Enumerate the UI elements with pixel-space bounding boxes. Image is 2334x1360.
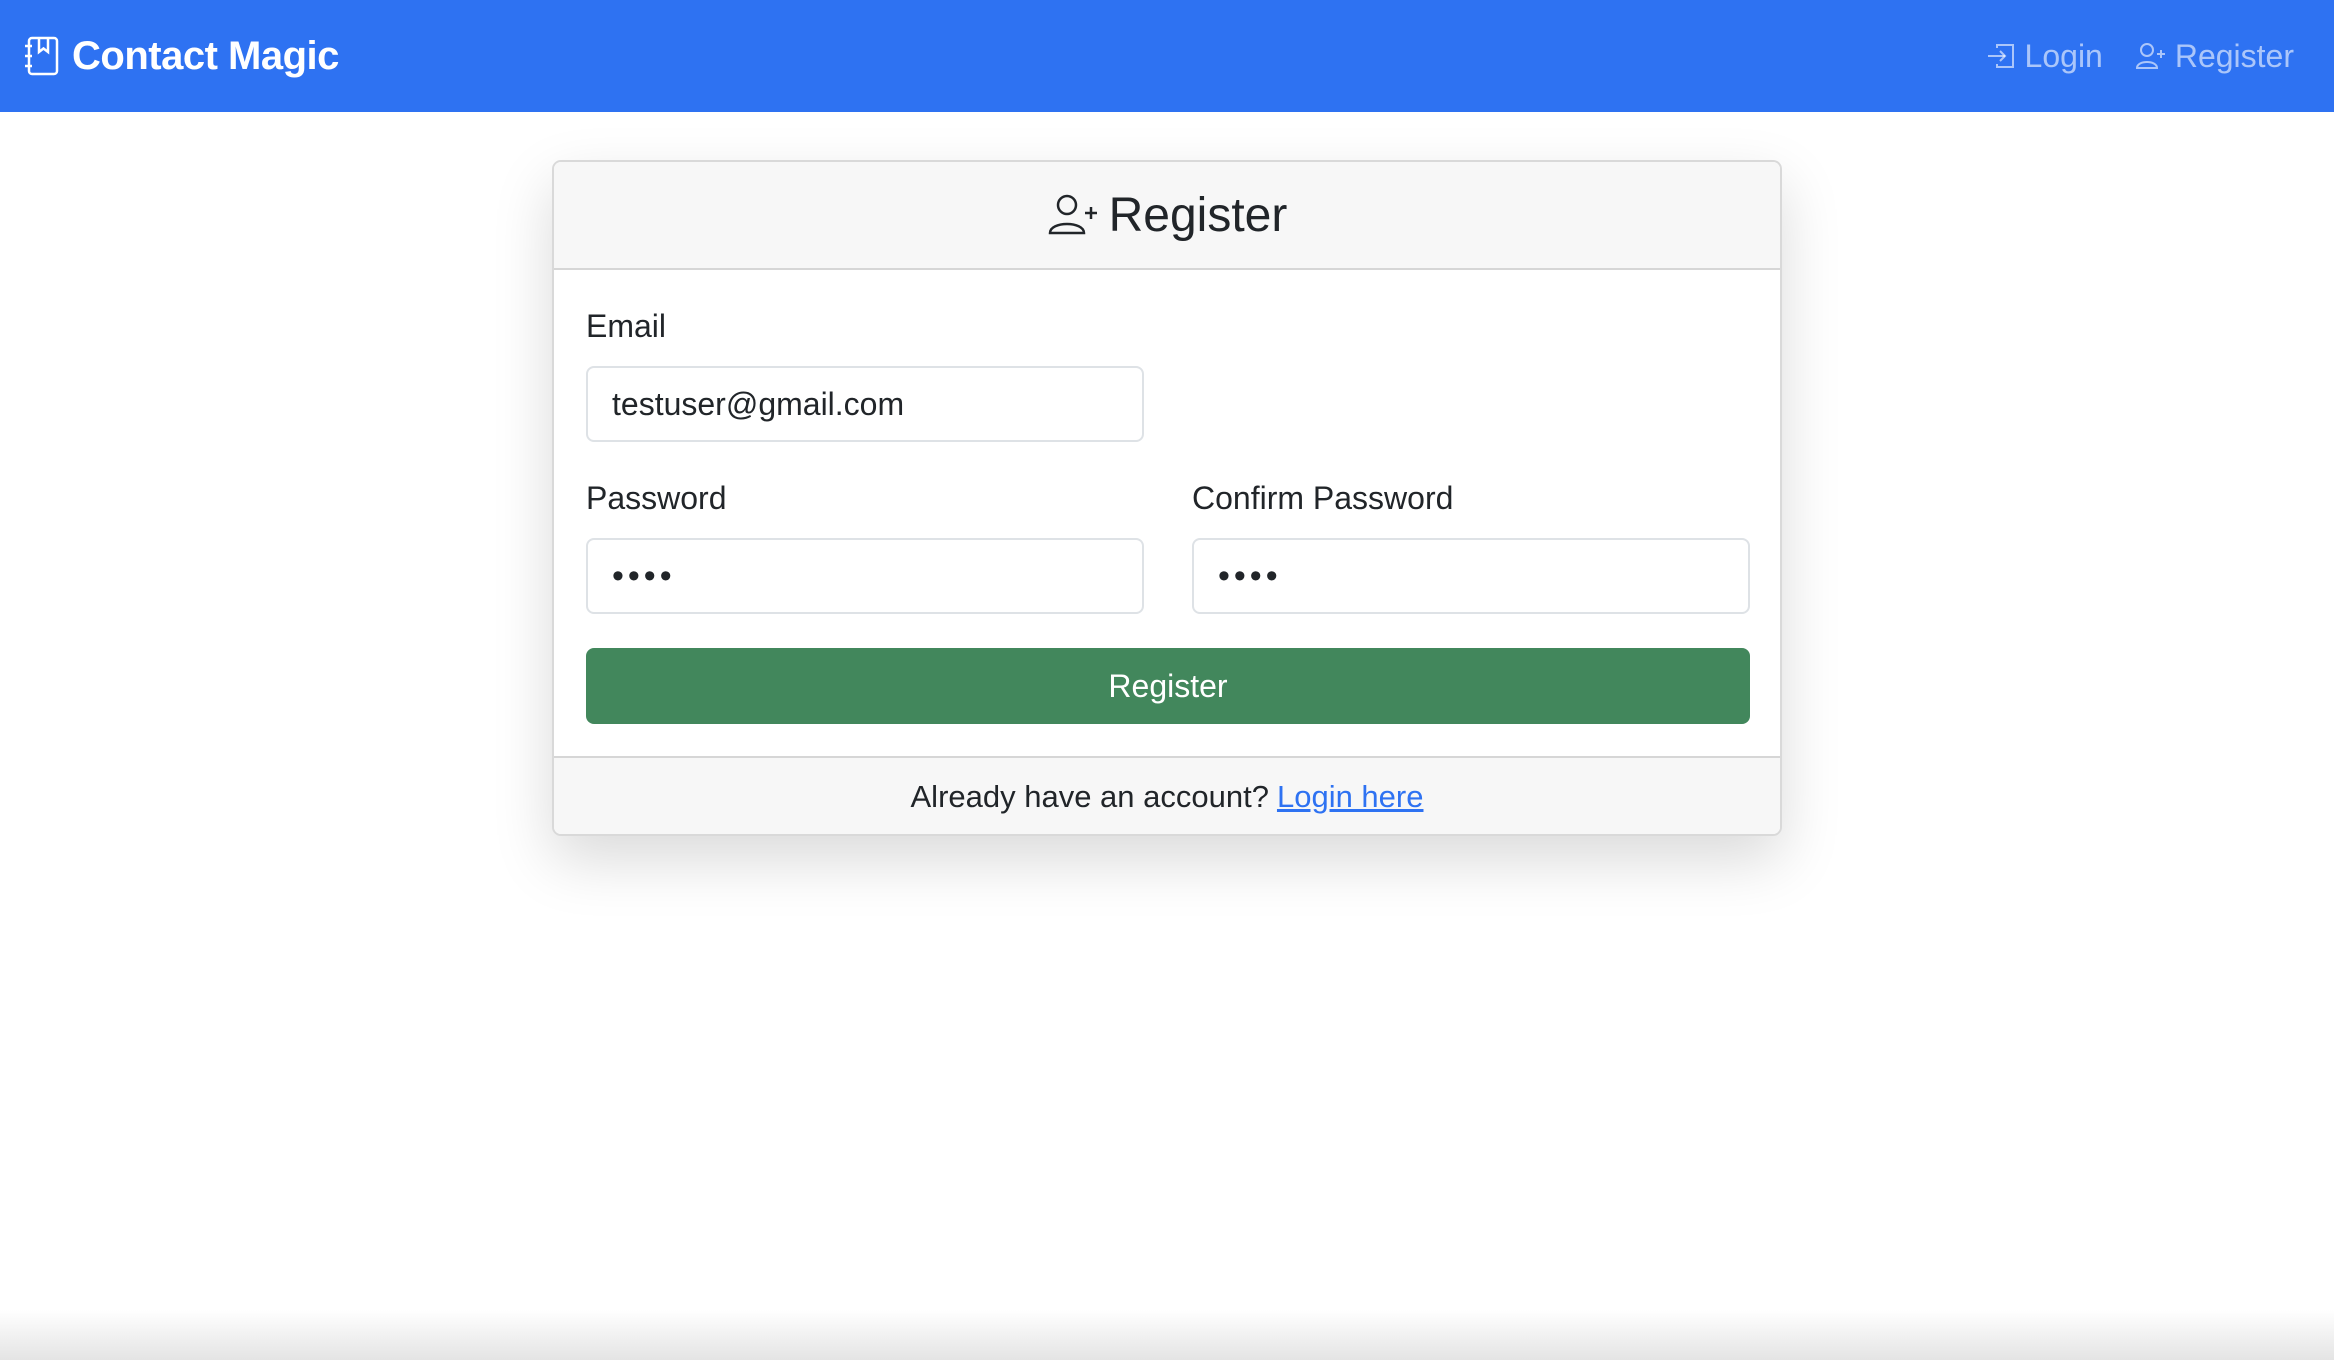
footer-text: Already have an account? xyxy=(910,779,1269,814)
card-title: Register xyxy=(1108,188,1288,242)
login-here-link[interactable]: Login here xyxy=(1277,779,1424,815)
brand[interactable]: Contact Magic xyxy=(24,34,339,79)
window-bottom-shadow xyxy=(0,1310,2334,1360)
confirm-password-field[interactable]: •••• xyxy=(1192,538,1750,614)
register-card: Register Email testuser@gmail.com Passwo… xyxy=(552,160,1782,836)
nav-login-label: Login xyxy=(2024,37,2103,74)
journal-bookmark-icon xyxy=(24,36,60,76)
email-label: Email xyxy=(586,308,667,344)
card-footer: Already have an account? Login here xyxy=(554,756,1780,834)
email-field[interactable]: testuser@gmail.com xyxy=(586,366,1144,442)
password-label: Password xyxy=(586,480,727,516)
navbar: Contact Magic Login Register xyxy=(0,0,2334,112)
person-plus-icon xyxy=(1048,194,1097,235)
brand-name: Contact Magic xyxy=(72,33,339,78)
password-field[interactable]: •••• xyxy=(586,538,1144,614)
person-plus-icon xyxy=(2135,43,2165,69)
nav-links: Login Register xyxy=(1985,38,2294,75)
card-body: Email testuser@gmail.com Password •••• C… xyxy=(554,270,1780,756)
confirm-password-label: Confirm Password xyxy=(1192,480,1454,516)
nav-register-label: Register xyxy=(2174,37,2294,74)
register-button[interactable]: Register xyxy=(586,648,1750,724)
box-arrow-in-right-icon xyxy=(1987,44,2014,68)
nav-login-link[interactable]: Login xyxy=(1985,38,2103,75)
nav-register-link[interactable]: Register xyxy=(2135,38,2294,75)
card-header: Register xyxy=(554,162,1780,270)
